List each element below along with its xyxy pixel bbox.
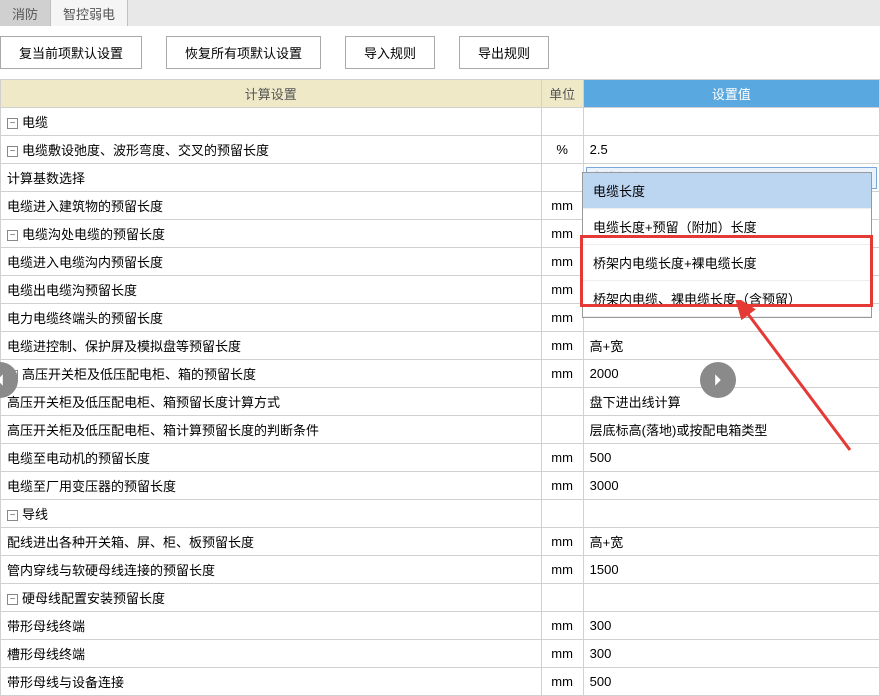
value-cell[interactable]: 500 [583,444,879,472]
row-label: 高压开关柜及低压配电柜、箱预留长度计算方式 [7,395,280,410]
unit-cell: mm [541,668,583,696]
unit-cell: mm [541,248,583,276]
row-label: 电缆进入建筑物的预留长度 [7,199,163,214]
dropdown-option[interactable]: 桥架内电缆、裸电缆长度（含预留） [583,281,871,317]
header-name: 计算设置 [1,80,542,108]
collapse-icon[interactable]: − [7,146,18,157]
unit-cell: mm [541,304,583,332]
unit-cell: mm [541,276,583,304]
row-label: 带形母线与设备连接 [7,675,124,690]
unit-cell: mm [541,612,583,640]
export-rules-button[interactable]: 导出规则 [459,36,549,69]
unit-cell: mm [541,444,583,472]
value-cell[interactable]: 300 [583,612,879,640]
value-cell[interactable]: 3000 [583,472,879,500]
unit-cell: mm [541,360,583,388]
row-label: 电缆进入电缆沟内预留长度 [7,255,163,270]
unit-cell: mm [541,640,583,668]
value-cell[interactable]: 高+宽 [583,332,879,360]
row-label: 硬母线配置安装预留长度 [22,591,165,606]
nav-next-button[interactable] [700,362,736,398]
row-label: 电力电缆终端头的预留长度 [7,311,163,326]
dropdown-option[interactable]: 桥架内电缆长度+裸电缆长度 [583,245,871,281]
row-label: 槽形母线终端 [7,647,85,662]
basis-select-dropdown: 电缆长度 电缆长度+预留（附加）长度 桥架内电缆长度+裸电缆长度 桥架内电缆、裸… [582,172,872,318]
value-cell[interactable]: 层底标高(落地)或按配电箱类型 [583,416,879,444]
row-label: 电缆出电缆沟预留长度 [7,283,137,298]
value-cell[interactable]: 1500 [583,556,879,584]
unit-cell: mm [541,472,583,500]
unit-cell: mm [541,192,583,220]
collapse-icon[interactable]: − [7,594,18,605]
chevron-right-icon [711,373,725,387]
row-label: 电缆敷设弛度、波形弯度、交叉的预留长度 [22,143,269,158]
header-value: 设置值 [583,80,879,108]
value-cell[interactable]: 2.5 [583,136,879,164]
row-label: 带形母线终端 [7,619,85,634]
tab-smart-control[interactable]: 智控弱电 [51,0,128,26]
row-label: 管内穿线与软硬母线连接的预留长度 [7,563,215,578]
value-cell[interactable]: 500 [583,668,879,696]
row-label: 计算基数选择 [7,171,85,186]
value-cell[interactable]: 高+宽 [583,528,879,556]
toolbar: 复当前项默认设置 恢复所有项默认设置 导入规则 导出规则 [0,26,880,79]
value-cell[interactable]: 300 [583,640,879,668]
unit-cell: mm [541,528,583,556]
row-label: 电缆至电动机的预留长度 [7,451,150,466]
row-label: 高压开关柜及低压配电柜、箱的预留长度 [22,367,256,382]
unit-cell: % [541,136,583,164]
row-label: 电缆沟处电缆的预留长度 [22,227,165,242]
collapse-icon[interactable]: − [7,230,18,241]
unit-cell: mm [541,332,583,360]
collapse-icon[interactable]: − [7,118,18,129]
row-label: 导线 [22,507,48,522]
dropdown-option[interactable]: 电缆长度 [583,173,871,209]
collapse-icon[interactable]: − [7,510,18,521]
row-label: 配线进出各种开关箱、屏、柜、板预留长度 [7,535,254,550]
row-label: 电缆 [22,115,48,130]
import-rules-button[interactable]: 导入规则 [345,36,435,69]
tab-bar: 消防 智控弱电 [0,0,880,26]
restore-current-default-button[interactable]: 复当前项默认设置 [0,36,142,69]
tab-fire[interactable]: 消防 [0,0,51,26]
row-label: 高压开关柜及低压配电柜、箱计算预留长度的判断条件 [7,423,319,438]
row-label: 电缆进控制、保护屏及模拟盘等预留长度 [7,339,241,354]
dropdown-option[interactable]: 电缆长度+预留（附加）长度 [583,209,871,245]
header-unit: 单位 [541,80,583,108]
chevron-left-icon [0,373,7,387]
unit-cell: mm [541,220,583,248]
unit-cell: mm [541,556,583,584]
row-label: 电缆至厂用变压器的预留长度 [7,479,176,494]
restore-all-default-button[interactable]: 恢复所有项默认设置 [166,36,321,69]
